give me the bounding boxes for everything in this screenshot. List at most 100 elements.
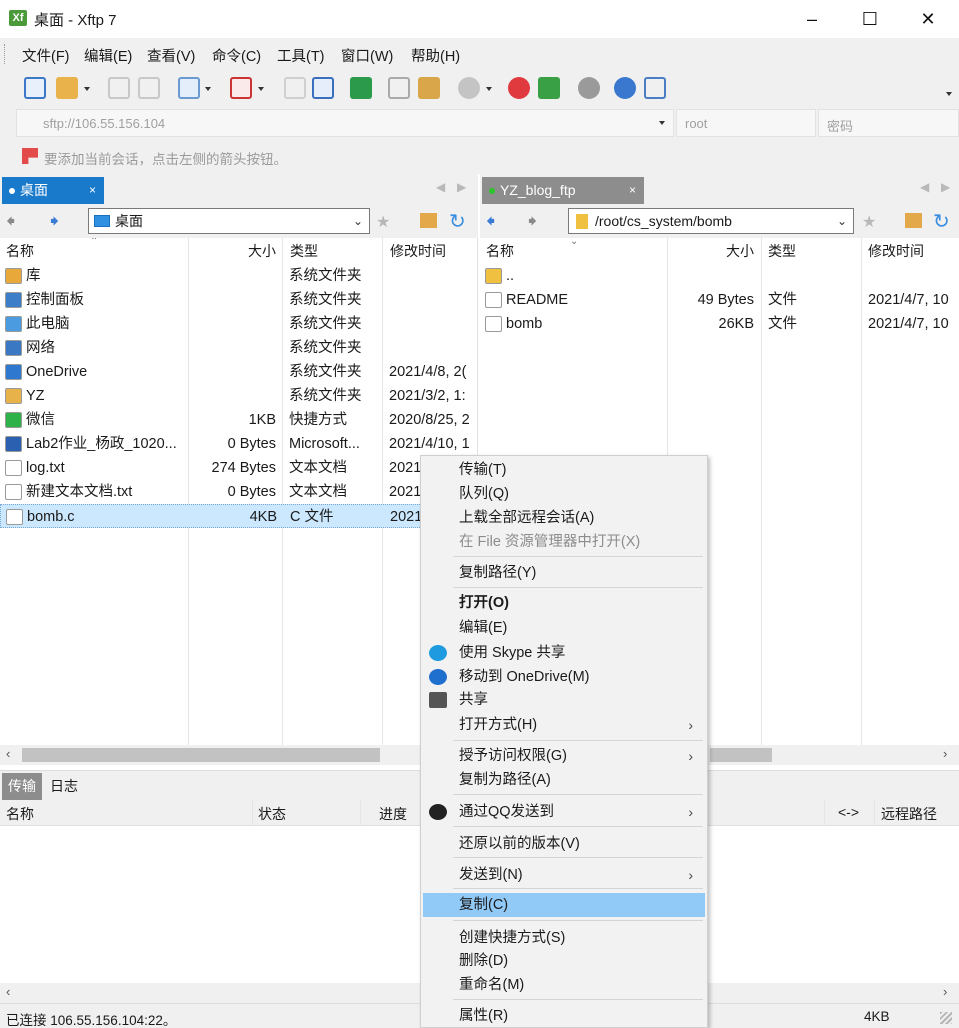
context-menu-item[interactable]: 重命名(M): [423, 973, 705, 997]
column-header-direction[interactable]: <->: [838, 804, 859, 820]
file-row[interactable]: README 49 Bytes 文件 2021/4/7, 10: [480, 288, 959, 312]
tab-transfer[interactable]: 传输: [2, 773, 42, 800]
star-icon[interactable]: ★: [862, 212, 876, 232]
chevron-down-icon[interactable]: [258, 87, 264, 91]
column-header-progress[interactable]: 进度: [379, 804, 407, 824]
scroll-thumb[interactable]: [710, 748, 772, 762]
column-header-type[interactable]: 类型: [290, 238, 318, 264]
tab-remote-session[interactable]: YZ_blog_ftp ×: [482, 177, 644, 204]
refresh-icon[interactable]: ↻: [933, 209, 950, 234]
menu-help[interactable]: 帮助(H): [411, 45, 460, 66]
local-hscrollbar[interactable]: ‹: [0, 745, 478, 765]
context-menu-item[interactable]: 队列(Q): [423, 482, 705, 506]
scroll-right-icon[interactable]: ›: [943, 984, 947, 999]
home-folder-icon[interactable]: [420, 213, 437, 228]
home-folder-icon[interactable]: [905, 213, 922, 228]
connect-icon[interactable]: [108, 77, 130, 99]
context-menu-item[interactable]: 创建快捷方式(S): [423, 926, 705, 950]
forward-arrow-icon[interactable]: 🠺: [528, 212, 537, 230]
context-menu-item[interactable]: 删除(D): [423, 949, 705, 973]
paste-icon[interactable]: [418, 77, 440, 99]
host-input[interactable]: sftp://106.55.156.104: [16, 109, 674, 137]
chevron-down-icon[interactable]: [486, 87, 492, 91]
file-row[interactable]: OneDrive 系统文件夹 2021/4/8, 2(: [0, 360, 477, 384]
new-session-icon[interactable]: [24, 77, 46, 99]
password-input[interactable]: 密码: [818, 109, 959, 137]
remote-path-input[interactable]: /root/cs_system/bomb ⌄: [568, 208, 854, 234]
context-menu-item[interactable]: 发送到(N) ›: [423, 863, 705, 887]
tab-scroll-left-icon[interactable]: ◀: [436, 180, 445, 194]
tab-local-desktop[interactable]: 桌面 ×: [2, 177, 104, 204]
context-menu-item[interactable]: 传输(T): [423, 458, 705, 482]
copy-icon[interactable]: [388, 77, 410, 99]
file-row[interactable]: 控制面板 系统文件夹: [0, 288, 477, 312]
column-header-name[interactable]: 名称: [486, 238, 514, 264]
file-row[interactable]: 新建文本文档.txt 0 Bytes 文本文档 2021: [0, 480, 477, 504]
menu-edit[interactable]: 编辑(E): [84, 45, 132, 66]
maximize-button[interactable]: ☐: [841, 0, 899, 38]
close-button[interactable]: ✕: [899, 0, 957, 38]
context-menu-item[interactable]: 授予访问权限(G) ›: [423, 744, 705, 768]
file-row[interactable]: 微信 1KB 快捷方式 2020/8/25, 2: [0, 408, 477, 432]
column-header-modified[interactable]: 修改时间: [868, 238, 924, 264]
file-row[interactable]: Lab2作业_杨政_1020... 0 Bytes Microsoft... 2021…: [0, 432, 477, 456]
tab-scroll-right-icon[interactable]: ▶: [941, 180, 950, 194]
file-row[interactable]: log.txt 274 Bytes 文本文档 2021: [0, 456, 477, 480]
resize-grip-icon[interactable]: [940, 1012, 952, 1024]
context-menu-item[interactable]: 属性(R): [423, 1004, 705, 1028]
open-folder-icon[interactable]: [56, 77, 78, 99]
file-row[interactable]: 此电脑 系统文件夹: [0, 312, 477, 336]
column-header-status[interactable]: 状态: [258, 804, 286, 824]
back-arrow-icon[interactable]: 🠸: [486, 212, 495, 230]
properties-icon[interactable]: [178, 77, 200, 99]
file-row[interactable]: YZ 系统文件夹 2021/3/2, 1:: [0, 384, 477, 408]
close-icon[interactable]: ×: [89, 177, 96, 204]
chevron-down-icon[interactable]: ⌄: [837, 209, 847, 233]
context-menu-item[interactable]: 上载全部远程会话(A): [423, 506, 705, 530]
toolbar-overflow-icon[interactable]: [946, 92, 952, 96]
star-icon[interactable]: ★: [376, 212, 390, 232]
context-menu-item[interactable]: 复制为路径(A): [423, 768, 705, 792]
disconnect-icon[interactable]: [138, 77, 160, 99]
tab-scroll-right-icon[interactable]: ▶: [457, 180, 466, 194]
column-header-size[interactable]: 大小: [190, 238, 276, 264]
local-file-list[interactable]: 名称 ⌃ 大小 类型 修改时间 库系统文件夹 控制面板 系统文件夹 此电脑 系统文件夹网…: [0, 238, 478, 745]
context-menu-item[interactable]: 还原以前的版本(V): [423, 832, 705, 856]
chevron-down-icon[interactable]: ⌄: [353, 209, 363, 233]
tab-scroll-left-icon[interactable]: ◀: [920, 180, 929, 194]
scroll-left-icon[interactable]: ‹: [6, 984, 10, 999]
local-path-input[interactable]: 桌面 ⌄: [88, 208, 370, 234]
xftp-icon[interactable]: [538, 77, 560, 99]
document-icon[interactable]: [284, 77, 306, 99]
context-menu-item[interactable]: 使用 Skype 共享: [423, 641, 705, 665]
menu-window[interactable]: 窗口(W): [341, 45, 393, 66]
chevron-down-icon[interactable]: [84, 87, 90, 91]
column-header-name[interactable]: 名称: [6, 804, 34, 824]
record-icon[interactable]: [458, 77, 480, 99]
column-header-type[interactable]: 类型: [768, 238, 796, 264]
tab-log[interactable]: 日志: [46, 773, 82, 800]
scroll-right-icon[interactable]: ›: [943, 746, 947, 761]
username-input[interactable]: root: [676, 109, 816, 137]
context-menu-item[interactable]: 打开方式(H) ›: [423, 713, 705, 737]
forward-arrow-icon[interactable]: 🠺: [50, 212, 59, 230]
menu-file[interactable]: 文件(F): [22, 45, 70, 66]
file-row[interactable]: 库 系统文件夹: [0, 264, 477, 288]
upload-icon[interactable]: [312, 77, 334, 99]
bookmark-icon[interactable]: [22, 148, 38, 164]
chevron-down-icon[interactable]: [205, 87, 211, 91]
menu-view[interactable]: 查看(V): [147, 45, 195, 66]
scroll-left-icon[interactable]: ‹: [6, 746, 10, 761]
refresh-icon[interactable]: ↻: [449, 209, 466, 234]
file-row[interactable]: ..: [480, 264, 959, 288]
context-menu-item[interactable]: 共享: [423, 688, 705, 712]
terminal-icon[interactable]: [230, 77, 252, 99]
context-menu-item[interactable]: 通过QQ发送到 ›: [423, 800, 705, 824]
chevron-down-icon[interactable]: [659, 121, 665, 125]
context-menu-item[interactable]: 复制路径(Y): [423, 561, 705, 585]
column-header-modified[interactable]: 修改时间: [390, 238, 446, 264]
column-header-remote-path[interactable]: 远程路径: [881, 804, 937, 824]
column-header-size[interactable]: 大小: [670, 238, 754, 264]
context-menu-item[interactable]: 打开(O): [423, 591, 705, 615]
column-header-name[interactable]: 名称: [6, 238, 34, 264]
